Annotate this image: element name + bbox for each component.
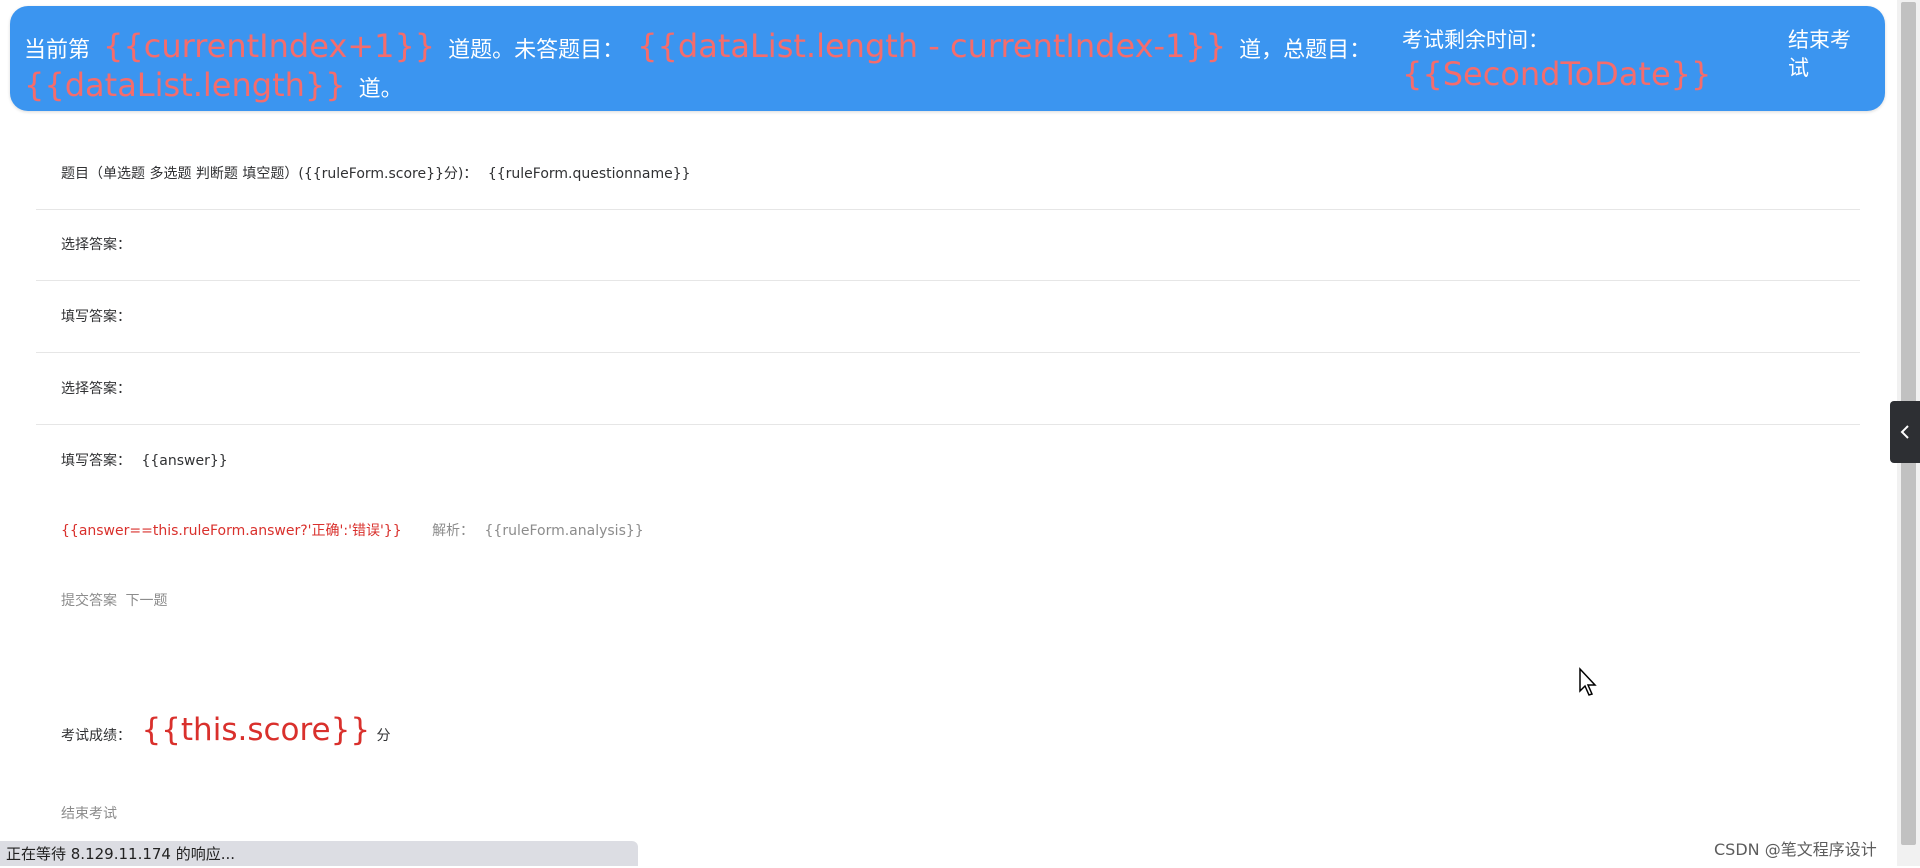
fill-answer-label-text: 填写答案： — [61, 453, 131, 469]
current-index-expr: {{currentIndex+1}} — [103, 27, 436, 65]
csdn-watermark: CSDN @笔文程序设计 — [1714, 840, 1877, 859]
timer-label: 考试剩余时间： — [1402, 28, 1549, 52]
progress-suffix: 道。 — [358, 77, 403, 102]
mouse-pointer-icon — [1579, 667, 1597, 696]
exam-score-line: 考试成绩： {{this.score}} 分 — [61, 712, 391, 748]
progress-mid-2: 道，总题目： — [1239, 38, 1372, 63]
question-score-expr: ({{ruleForm.score}}分)： — [298, 166, 478, 182]
total-count-expr: {{dataList.length}} — [24, 66, 346, 104]
fill-answer-row-2: 填写答案： {{answer}} — [36, 425, 1860, 495]
end-exam-row: 结束考试 — [36, 795, 1860, 831]
analysis-expr: {{ruleForm.analysis}} — [484, 523, 644, 539]
action-links: 提交答案 下一题 — [61, 590, 167, 610]
exam-page: 当前第 {{currentIndex+1}} 道题。未答题目： {{dataLi… — [0, 0, 1888, 866]
next-question-button[interactable]: 下一题 — [125, 593, 167, 609]
side-panel-toggle[interactable] — [1890, 401, 1920, 463]
choose-answer-row-1: 选择答案： — [36, 210, 1860, 281]
browser-status-bar: 正在等待 8.129.11.174 的响应... — [0, 841, 638, 866]
answer-expr: {{answer}} — [141, 453, 228, 469]
exam-score-value: {{this.score}} — [141, 712, 371, 748]
progress-mid-1: 道题。未答题目： — [448, 38, 625, 63]
exam-score-row: 考试成绩： {{this.score}} 分 — [36, 708, 1860, 758]
question-title: 题目（单选题 多选题 判断题 填空题）({{ruleForm.score}}分)… — [61, 163, 691, 183]
analysis-label: 解析： — [432, 523, 475, 539]
exam-timer: 考试剩余时间： {{SecondToDate}} — [1402, 26, 1712, 94]
exam-score-unit: 分 — [376, 728, 391, 744]
question-row: 题目（单选题 多选题 判断题 填空题）({{ruleForm.score}}分)… — [36, 145, 1860, 210]
end-exam-link[interactable]: 结束考试 — [61, 803, 117, 823]
choose-answer-label-1: 选择答案： — [61, 237, 131, 253]
question-name-expr: {{ruleForm.questionname}} — [487, 166, 691, 182]
choose-answer-label-2: 选择答案： — [61, 381, 131, 397]
progress-prefix: 当前第 — [24, 38, 91, 63]
question-type-label: 题目（单选题 多选题 判断题 填空题） — [61, 166, 299, 182]
submit-answer-button[interactable]: 提交答案 — [61, 593, 117, 609]
end-exam-button[interactable]: 结束考试 — [1788, 26, 1868, 82]
exam-header: 当前第 {{currentIndex+1}} 道题。未答题目： {{dataLi… — [10, 6, 1885, 111]
progress-line-2: {{dataList.length}} 道。 — [24, 63, 403, 112]
action-row: 提交答案 下一题 — [36, 580, 1860, 620]
result-row: {{answer==this.ruleForm.answer?'正确':'错误'… — [36, 510, 1860, 550]
chevron-left-icon — [1900, 425, 1909, 439]
judge-result-expr: {{answer==this.ruleForm.answer?'正确':'错误'… — [61, 523, 402, 539]
timer-value: {{SecondToDate}} — [1402, 55, 1712, 93]
choose-answer-row-2: 选择答案： — [36, 353, 1860, 425]
result-line: {{answer==this.ruleForm.answer?'正确':'错误'… — [61, 520, 644, 540]
fill-answer-label-1: 填写答案： — [61, 309, 131, 325]
exam-score-label: 考试成绩： — [61, 728, 131, 744]
fill-answer-label-2: 填写答案： {{answer}} — [61, 450, 228, 470]
remaining-count-expr: {{dataList.length - currentIndex-1}} — [637, 27, 1227, 65]
fill-answer-row-1: 填写答案： — [36, 281, 1860, 353]
